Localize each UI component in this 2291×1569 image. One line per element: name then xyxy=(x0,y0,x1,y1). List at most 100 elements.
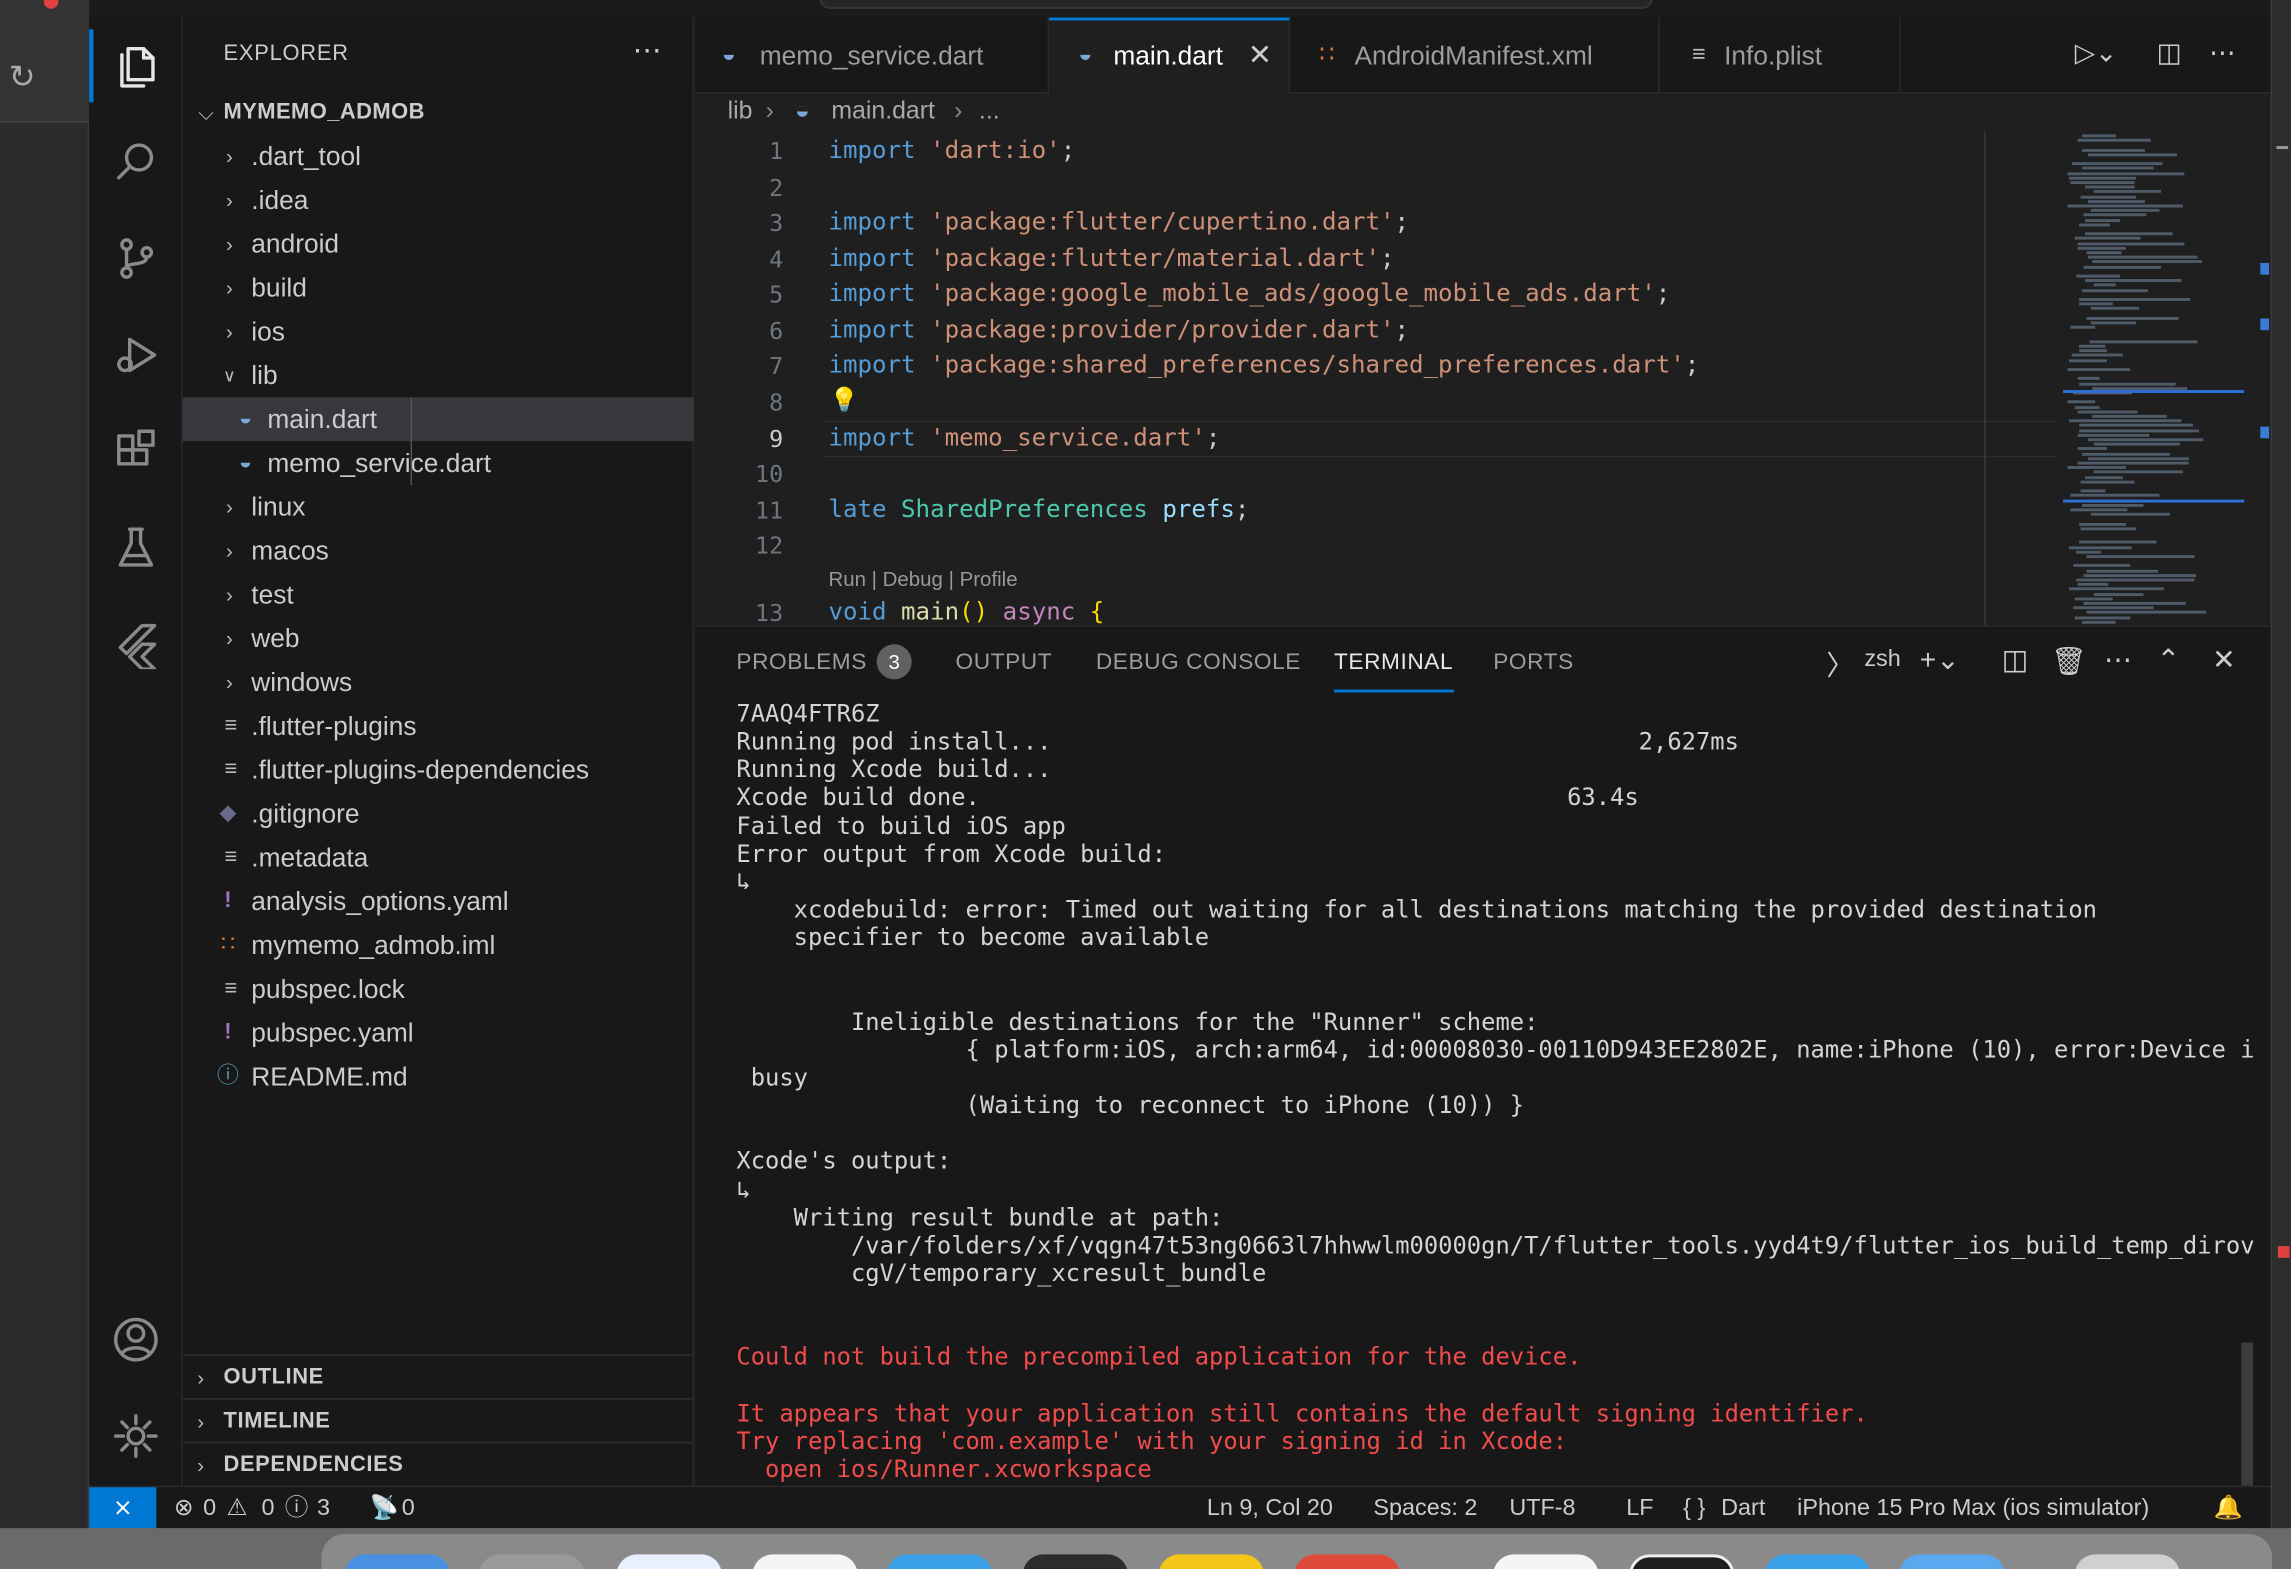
warnings-count[interactable]: 0 xyxy=(262,1487,275,1531)
tree-item-test[interactable]: › test xyxy=(183,573,694,617)
remote-indicator-icon[interactable]: ⨯ xyxy=(89,1487,157,1532)
tab-debug-console[interactable]: DEBUG CONSOLE xyxy=(1096,650,1301,676)
tree-item-ios[interactable]: › ios xyxy=(183,310,694,354)
reload-icon[interactable]: ↻ xyxy=(9,58,36,96)
minimap[interactable] xyxy=(2060,131,2247,625)
extensions-icon[interactable] xyxy=(89,409,183,494)
ports-icon[interactable]: 📡 xyxy=(370,1487,399,1531)
warning-icon[interactable]: ⚠ xyxy=(226,1487,247,1531)
tree-item-lib[interactable]: ∨ lib xyxy=(183,354,694,398)
code-editor[interactable]: 1 2 3 4 5 6 7 8 9 10 11 12 13 import 'da… xyxy=(695,131,2271,626)
lightbulb-icon[interactable]: 💡 xyxy=(830,386,859,414)
tree-item-dart-tool[interactable]: › .dart_tool xyxy=(183,134,694,178)
settings-gear-icon[interactable] xyxy=(89,1394,183,1479)
dock-app-simulator[interactable] xyxy=(1899,1554,2005,1569)
tab-main-dart[interactable]: ◒ main.dart ✕ xyxy=(1049,17,1291,94)
cursor-position[interactable]: Ln 9, Col 20 xyxy=(1207,1487,1333,1531)
close-panel-icon[interactable]: ✕ xyxy=(2212,644,2235,678)
tree-item-idea[interactable]: › .idea xyxy=(183,178,694,222)
trash-icon[interactable]: 🗑 xyxy=(2051,644,2086,679)
dock-app-vscode[interactable] xyxy=(1629,1554,1735,1569)
explorer-icon[interactable] xyxy=(89,23,183,108)
tab-info-plist[interactable]: ≡ Info.plist xyxy=(1660,17,1901,94)
errors-icon[interactable]: ⊗ xyxy=(174,1487,194,1531)
tree-item-analysis-options[interactable]: ! analysis_options.yaml xyxy=(183,879,694,923)
tree-item-iml[interactable]: ∷ mymemo_admob.iml xyxy=(183,923,694,967)
more-actions-icon[interactable]: ⋯ xyxy=(2104,644,2132,678)
dock-app-settings[interactable] xyxy=(479,1554,585,1569)
testing-icon[interactable] xyxy=(89,505,183,590)
account-icon[interactable] xyxy=(89,1297,183,1382)
dock-app-calendar[interactable] xyxy=(752,1554,858,1569)
tab-terminal[interactable]: TERMINAL xyxy=(1333,650,1453,693)
tree-item-build[interactable]: › build xyxy=(183,266,694,310)
device-selector[interactable]: iPhone 15 Pro Max (ios simulator) xyxy=(1797,1487,2149,1531)
dock-app-chrome[interactable] xyxy=(1294,1554,1400,1569)
terminal-line: 7AAQ4FTR6Z xyxy=(736,699,880,728)
tree-item-metadata[interactable]: ≡ .metadata xyxy=(183,836,694,880)
tree-item-android[interactable]: › android xyxy=(183,222,694,266)
tab-ports[interactable]: PORTS xyxy=(1493,650,1574,676)
tree-item-gitignore[interactable]: ◆ .gitignore xyxy=(183,792,694,836)
dock-app-trash[interactable] xyxy=(2074,1554,2180,1569)
dock-app-docs[interactable] xyxy=(1493,1554,1599,1569)
tree-item-macos[interactable]: › macos xyxy=(183,529,694,573)
minimap-line xyxy=(2077,583,2109,587)
dock-app-safari[interactable] xyxy=(616,1554,722,1569)
breadcrumb-folder[interactable]: lib xyxy=(728,96,753,125)
maximize-panel-icon[interactable]: ⌃ xyxy=(2157,644,2180,678)
tree-item-readme[interactable]: ⓘ README.md xyxy=(183,1055,694,1099)
tree-item-pubspec-yaml[interactable]: ! pubspec.yaml xyxy=(183,1011,694,1055)
run-debug-icon[interactable] xyxy=(89,313,183,398)
timeline-section[interactable]: › TIMELINE xyxy=(182,1398,695,1442)
dock-app-terminal[interactable] xyxy=(1022,1554,1128,1569)
search-icon[interactable] xyxy=(89,120,183,205)
split-terminal-icon[interactable]: ◫ xyxy=(2002,644,2028,678)
tree-item-windows[interactable]: › windows xyxy=(183,660,694,704)
tab-output[interactable]: OUTPUT xyxy=(956,650,1053,676)
tree-item-flutter-plugins[interactable]: ≡ .flutter-plugins xyxy=(183,704,694,748)
flutter-icon[interactable] xyxy=(89,602,183,687)
info-icon[interactable]: ⓘ xyxy=(285,1487,308,1531)
tab-android-manifest[interactable]: ∷ AndroidManifest.xml xyxy=(1290,17,1660,94)
indentation[interactable]: Spaces: 2 xyxy=(1373,1487,1477,1531)
command-center[interactable] xyxy=(819,0,1653,9)
terminal-shell-name[interactable]: zsh xyxy=(1864,647,1900,673)
language-mode[interactable]: Dart xyxy=(1721,1487,1765,1531)
infos-count[interactable]: 3 xyxy=(317,1487,330,1531)
project-root[interactable]: ⌵ MYMEMO_ADMOB xyxy=(183,91,694,135)
new-terminal-icon[interactable]: +⌄ xyxy=(1920,644,1959,678)
more-actions-icon[interactable]: ⋯ xyxy=(633,32,664,69)
breadcrumb-file[interactable]: main.dart xyxy=(831,96,935,125)
tab-problems[interactable]: PROBLEMS xyxy=(736,650,867,676)
line-ending[interactable]: LF xyxy=(1626,1487,1653,1531)
tree-item-flutter-plugins-dependencies[interactable]: ≡ .flutter-plugins-dependencies xyxy=(183,748,694,792)
close-icon[interactable]: ✕ xyxy=(1248,20,1272,90)
encoding[interactable]: UTF-8 xyxy=(1509,1487,1575,1531)
tree-item-pubspec-lock[interactable]: ≡ pubspec.lock xyxy=(183,967,694,1011)
tree-item-linux[interactable]: › linux xyxy=(183,485,694,529)
dock-app-notes[interactable] xyxy=(1158,1554,1264,1569)
split-editor-icon[interactable]: ◫ xyxy=(2157,38,2182,69)
scrollbar-thumb[interactable] xyxy=(2241,1342,2254,1489)
ports-count[interactable]: 0 xyxy=(402,1487,415,1531)
dock-app-finder[interactable] xyxy=(344,1554,451,1569)
terminal-output[interactable]: 7AAQ4FTR6Z Running pod install... 2,627ms… xyxy=(736,700,2256,1487)
terminal-scrollbar[interactable] xyxy=(2241,700,2254,1489)
source-control-icon[interactable] xyxy=(89,216,183,301)
tree-item-web[interactable]: › web xyxy=(183,616,694,660)
more-actions-icon[interactable]: ⋯ xyxy=(2209,38,2235,69)
breadcrumb-symbol[interactable]: ... xyxy=(979,96,1000,125)
notifications-bell-icon[interactable]: 🔔 xyxy=(2214,1487,2243,1531)
dependencies-section[interactable]: › DEPENDENCIES xyxy=(182,1441,695,1486)
outline-section[interactable]: › OUTLINE xyxy=(182,1354,695,1398)
dock-app-mail[interactable] xyxy=(886,1554,993,1569)
dock-app-xcode[interactable] xyxy=(1765,1554,1871,1569)
terminal-shell-icon[interactable]: 〉 xyxy=(1826,644,1854,683)
tree-item-main-dart[interactable]: ◒ main.dart xyxy=(182,397,695,442)
errors-count[interactable]: 0 xyxy=(203,1487,216,1531)
tree-item-memo-service-dart[interactable]: ◒ memo_service.dart xyxy=(183,441,694,485)
run-dropdown-icon[interactable]: ▷⌄ xyxy=(2075,38,2117,69)
tab-memo-service-dart[interactable]: ◒ memo_service.dart xyxy=(695,17,1050,94)
codelens-run-debug-profile[interactable]: Run | Debug | Profile xyxy=(828,567,1017,590)
